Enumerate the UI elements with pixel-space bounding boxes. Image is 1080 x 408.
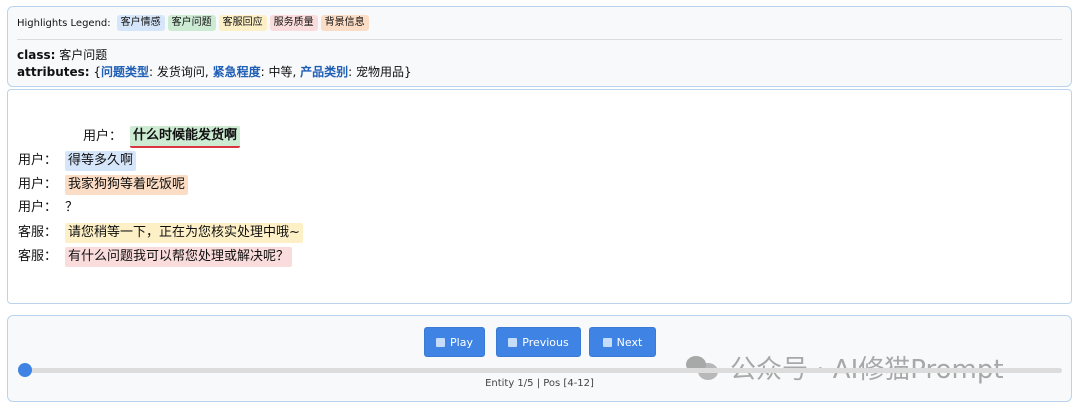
entity-class: class: 客户问题: [17, 47, 107, 63]
attr-value-issue-type: 发货询问: [156, 65, 205, 79]
play-label: Play: [450, 335, 473, 349]
legend-tag-customer-issue: 客户问题: [167, 15, 216, 31]
attributes-open-brace: {: [93, 65, 102, 79]
attributes-key: attributes:: [17, 65, 90, 79]
highlighted-text: 得等多久啊: [65, 151, 137, 171]
dialog-line: 用户： 我家狗狗等着吃饭呢: [18, 175, 189, 195]
fast-forward-icon: [602, 337, 612, 347]
legend-title: Highlights Legend:: [17, 17, 111, 29]
highlighted-text: 什么时候能发货啊: [130, 126, 241, 148]
legend-tag-service-response: 客服回应: [218, 15, 267, 31]
next-label: Next: [616, 335, 643, 349]
legend-tag-customer-emotion: 客户情感: [116, 15, 165, 31]
highlighted-text: 我家狗狗等着吃饭呢: [65, 175, 189, 195]
attr-value-product-category: 宠物用品: [355, 65, 404, 79]
legend-tag-background-info: 背景信息: [320, 15, 369, 31]
play-button[interactable]: Play: [424, 327, 485, 357]
progress-slider-thumb[interactable]: [18, 363, 32, 377]
speaker-label: 用户：: [83, 129, 123, 144]
dialog-line: 用户： 得等多久啊: [18, 151, 137, 171]
dialog-line-active: 用户： 什么时候能发货啊: [83, 126, 241, 148]
speaker-label: 用户：: [18, 153, 58, 168]
legend-tag-service-quality: 服务质量: [269, 15, 318, 31]
attr-key-urgency: 紧急程度: [212, 65, 261, 79]
attr-value-urgency: 中等: [268, 65, 293, 79]
previous-button[interactable]: Previous: [496, 327, 581, 357]
highlighted-text: 有什么问题我可以帮您处理或解决呢？: [65, 247, 293, 267]
highlighted-text: 请您稍等一下，正在为您核实处理中哦~: [65, 223, 303, 243]
highlights-legend: Highlights Legend: 客户情感 客户问题 客服回应 服务质量 背…: [17, 15, 369, 31]
speaker-label: 用户：: [18, 177, 58, 192]
attr-key-product-category: 产品类别: [300, 65, 349, 79]
dialog-line: 客服： 请您稍等一下，正在为您核实处理中哦~: [18, 223, 303, 243]
dialog-line: 客服： 有什么问题我可以帮您处理或解决呢？: [18, 247, 293, 267]
legend-panel: Highlights Legend: 客户情感 客户问题 客服回应 服务质量 背…: [7, 6, 1072, 87]
entity-position-status: Entity 1/5 | Pos [4-12]: [485, 378, 594, 389]
speaker-label: 用户：: [18, 200, 58, 215]
speaker-label: 客服：: [18, 225, 58, 240]
speaker-label: 客服：: [18, 249, 58, 264]
legend-divider: [17, 39, 1062, 40]
entity-attributes: attributes: {问题类型: 发货询问, 紧急程度: 中等, 产品类别:…: [17, 65, 412, 79]
next-button[interactable]: Next: [589, 327, 656, 357]
attributes-close-brace: }: [403, 65, 412, 79]
progress-slider-track[interactable]: [22, 368, 1062, 373]
previous-label: Previous: [522, 335, 569, 349]
player-panel: Play Previous Next 公众号 · AI修猫Prompt Enti…: [7, 315, 1072, 402]
class-value: 客户问题: [59, 48, 108, 62]
dialog-panel: 用户： 什么时候能发货啊 用户： 得等多久啊 用户： 我家狗狗等着吃饭呢 用户：…: [7, 89, 1072, 304]
rewind-icon: [508, 337, 518, 347]
attr-key-issue-type: 问题类型: [101, 65, 150, 79]
dialog-line: 用户： ？: [18, 199, 78, 217]
play-icon: [436, 337, 446, 347]
dialog-text: ？: [65, 200, 79, 215]
class-key: class:: [17, 48, 56, 62]
